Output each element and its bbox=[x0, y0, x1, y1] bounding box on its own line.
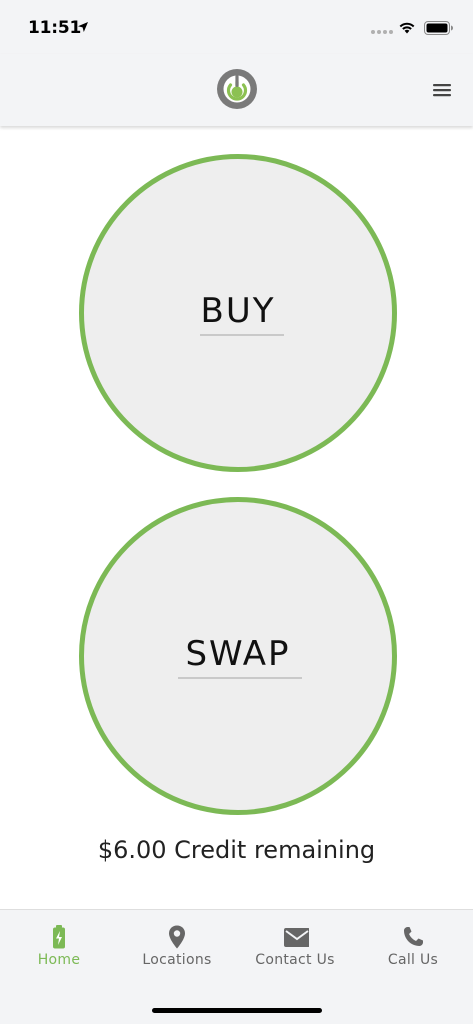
home-indicator bbox=[152, 1008, 322, 1013]
phone-icon bbox=[404, 927, 423, 946]
buy-underline bbox=[200, 334, 284, 336]
envelope-icon bbox=[284, 928, 309, 947]
swap-label: SWAP bbox=[185, 634, 291, 674]
tab-contact-us-label: Contact Us bbox=[255, 952, 335, 968]
tab-bar: Home Locations Contact Us Call Us bbox=[0, 909, 473, 1024]
swap-button[interactable]: SWAP bbox=[79, 497, 397, 815]
tab-call-us[interactable]: Call Us bbox=[354, 910, 472, 980]
credit-remaining-text: $6.00 Credit remaining bbox=[97, 836, 376, 864]
hamburger-menu-icon[interactable] bbox=[428, 78, 456, 102]
location-arrow-icon bbox=[78, 22, 88, 32]
tab-contact-us[interactable]: Contact Us bbox=[236, 910, 354, 980]
tab-locations-label: Locations bbox=[142, 952, 212, 968]
tab-home-label: Home bbox=[37, 952, 81, 968]
battery-charging-icon bbox=[53, 925, 65, 949]
power-button-logo bbox=[217, 69, 257, 109]
map-pin-icon bbox=[169, 925, 185, 949]
status-bar: 11:51 bbox=[0, 0, 473, 54]
tab-call-us-label: Call Us bbox=[387, 952, 439, 968]
wifi-icon bbox=[399, 22, 415, 34]
buy-label: BUY bbox=[200, 291, 276, 331]
app-header bbox=[0, 54, 473, 126]
battery-icon bbox=[424, 21, 453, 35]
tab-home[interactable]: Home bbox=[0, 910, 118, 980]
app-screen: 11:51 BUY SWAP $6.00 Credit remaining Ho… bbox=[0, 0, 473, 1024]
buy-button[interactable]: BUY bbox=[79, 154, 397, 472]
status-time: 11:51 bbox=[28, 18, 82, 38]
swap-underline bbox=[178, 677, 302, 679]
signal-dots-icon bbox=[371, 30, 393, 34]
tab-locations[interactable]: Locations bbox=[118, 910, 236, 980]
